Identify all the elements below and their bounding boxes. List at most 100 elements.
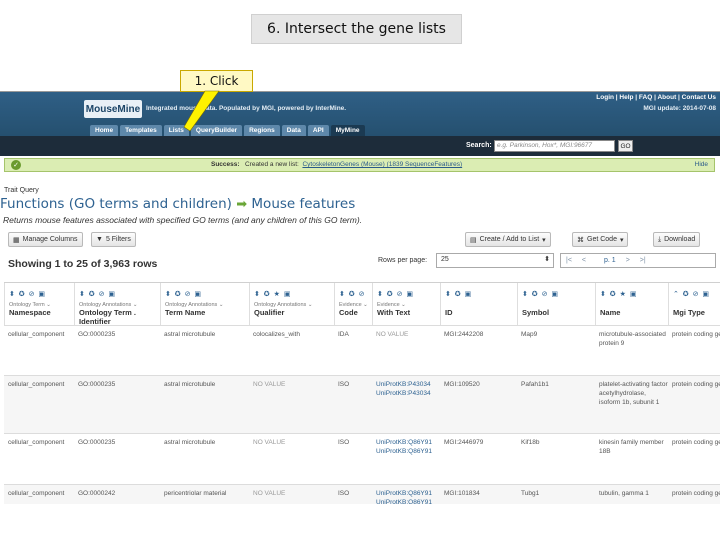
top-links[interactable]: Login | Help | FAQ | About | Contact Us [596, 94, 716, 101]
table-cell: protein coding ge [672, 381, 720, 388]
column-tools-icon[interactable]: ⬍ ✪ ★ ▣ [254, 290, 334, 298]
tab-regions[interactable]: Regions [244, 125, 280, 136]
table-cell: astral microtubule [164, 381, 216, 388]
rows-per-page-select[interactable]: 25 ⬍ [436, 253, 554, 268]
table-cell[interactable]: MGI:101834 [440, 485, 517, 504]
right-arrow-icon: ➡ [236, 197, 248, 212]
table-cell[interactable]: GO:0000242 [74, 485, 160, 504]
column-field: Mgi Type [673, 308, 705, 317]
site-tagline: Integrated mouse data. Populated by MGI,… [146, 105, 347, 112]
table-cell: cellular_component [8, 381, 65, 388]
table-cell[interactable]: GO:0000235 [74, 376, 160, 434]
hide-link[interactable]: Hide [695, 161, 708, 168]
table-cell: platelet-activating factor acetylhydrola… [599, 381, 668, 406]
tab-data[interactable]: Data [281, 125, 306, 136]
table-cell: tubulin, gamma 1 [599, 490, 649, 497]
next-page-button[interactable]: > [621, 257, 635, 264]
search-label: Search: [466, 142, 492, 149]
column-tools-icon[interactable]: ⌃ ✪ ⊘ ▣ [673, 290, 720, 298]
column-field: Code [339, 308, 358, 317]
table-cell: cellular_component [8, 439, 65, 446]
table-cell[interactable]: MGI:109520 [440, 376, 517, 434]
table-cell: astral microtubule [164, 439, 216, 446]
table-cell[interactable]: GO:0000235 [74, 434, 160, 485]
table-cell: colocalizes_with [253, 331, 300, 338]
query-title-left: Functions (GO terms and children) [0, 196, 232, 212]
callout-box: 1. Click [180, 70, 253, 92]
filters-button[interactable]: ▼ 5 Filters [91, 232, 136, 247]
column-tools-icon[interactable]: ⬍ ✪ ⊘ ▣ [79, 290, 160, 298]
column-header[interactable]: ⬍ ✪ ★ ▣ Name [595, 283, 668, 325]
table-row: cellular_component GO:0000235 astral micro… [4, 375, 720, 434]
column-field: Ontology Term . Identifier [79, 308, 136, 326]
chevron-down-icon: ▾ [542, 236, 546, 244]
table-cell: microtubule-associated protein 9 [599, 331, 666, 347]
table-cell[interactable]: Kif18b [517, 434, 595, 485]
mousemine-logo[interactable]: MouseMine [84, 100, 142, 118]
column-tools-icon[interactable]: ⬍ ✪ ⊘ ▣ [377, 290, 440, 298]
table-cell[interactable]: NO VALUE [372, 326, 440, 376]
column-tools-icon[interactable]: ⬍ ✪ ★ ▣ [600, 290, 668, 298]
tab-lists[interactable]: Lists [163, 125, 189, 136]
table-cell[interactable]: UniProtKB:Q86Y91 UniProtKB:Q86Y91 [372, 485, 440, 504]
tab-templates[interactable]: Templates [120, 125, 162, 136]
get-code-button[interactable]: ⌘ Get Code ▾ [572, 232, 629, 247]
tab-querybuilder[interactable]: QueryBuilder [190, 125, 243, 136]
go-button[interactable]: GO [618, 140, 633, 152]
manage-columns-button[interactable]: ▦ Manage Columns [8, 232, 83, 247]
column-tools-icon[interactable]: ⬍ ✪ ⊘ ▣ [9, 290, 74, 298]
column-header[interactable]: ⬍ ✪ ⊘ ▣ Ontology Annotations ⌄ Term Name [160, 283, 249, 325]
site-header: MouseMine Integrated mouse data. Populat… [0, 92, 720, 136]
search-bar: Search: e.g. Parkinson, Hox*, MGI:96677 … [0, 136, 720, 156]
column-header[interactable]: ⬍ ✪ ⊘ ▣ Ontology Term ⌄ Namespace [4, 283, 74, 325]
column-header[interactable]: ⬍ ✪ ⊘ ▣ Symbol [517, 283, 595, 325]
tab-mymine[interactable]: MyMine [330, 125, 365, 136]
column-header[interactable]: ⬍ ✪ ⊘ ▣ Ontology Annotations ⌄ Ontology Te… [74, 283, 160, 326]
table-cell[interactable]: Tubg1 [517, 485, 595, 504]
column-header[interactable]: ⬍ ✪ ⊘ ▣ Evidence ⌄ With Text [372, 283, 440, 325]
column-tools-icon[interactable]: ⬍ ✪ ⊘ [339, 290, 372, 298]
column-tools-icon[interactable]: ⬍ ✪ ⊘ ▣ [522, 290, 595, 298]
column-header[interactable]: ⬍ ✪ ★ ▣ Ontology Annotations ⌄ Qualifier [249, 283, 334, 325]
table-cell[interactable]: MGI:2446979 [440, 434, 517, 485]
column-header[interactable]: ⌃ ✪ ⊘ ▣ Mgi Type [668, 283, 720, 325]
table-cell: IDA [338, 331, 349, 338]
results-table: ⬍ ✪ ⊘ ▣ Ontology Term ⌄ Namespace ⬍ ✪ ⊘ ▣ On… [4, 282, 720, 504]
chevron-down-icon: ▾ [619, 236, 624, 244]
table-cell: ISO [338, 439, 350, 446]
prev-page-button[interactable]: < [577, 257, 591, 264]
tab-api[interactable]: API [307, 125, 329, 136]
download-icon: ⤓ [658, 235, 662, 243]
column-header[interactable]: ⬍ ✪ ⊘ Evidence ⌄ Code [334, 283, 372, 325]
table-cell[interactable]: MGI:2442208 [440, 326, 517, 376]
query-title-right: Mouse features [251, 196, 356, 212]
table-cell[interactable]: UniProtKB:P43034 UniProtKB:P43034 [372, 376, 440, 434]
create-list-button[interactable]: ▤ Create / Add to List ▾ [465, 232, 551, 247]
column-header[interactable]: ⬍ ✪ ▣ ID [440, 283, 517, 325]
slide-title: 6. Intersect the gene lists [251, 14, 462, 44]
column-tools-icon[interactable]: ⬍ ✪ ▣ [445, 290, 517, 298]
columns-icon: ▦ [13, 236, 20, 244]
column-field: Qualifier [254, 308, 285, 317]
table-cell[interactable]: Map9 [517, 326, 595, 376]
table-row: cellular_component GO:0000235 astral micro… [4, 325, 720, 376]
download-button[interactable]: ⤓ Download [653, 232, 701, 247]
table-cell[interactable]: GO:0000235 [74, 326, 160, 376]
table-cell: NO VALUE [253, 439, 286, 446]
table-cell[interactable]: UniProtKB:Q86Y91 UniProtKB:Q86Y91 [372, 434, 440, 485]
mousemine-screenshot: MouseMine Integrated mouse data. Populat… [0, 91, 720, 504]
page-number[interactable]: p. 1 [599, 257, 621, 264]
column-field: Symbol [522, 308, 550, 317]
last-page-button[interactable]: >| [635, 257, 651, 264]
table-cell[interactable]: Pafah1b1 [517, 376, 595, 434]
result-count: Showing 1 to 25 of 3,963 rows [8, 258, 158, 270]
tab-home[interactable]: Home [90, 125, 119, 136]
search-input[interactable]: e.g. Parkinson, Hox*, MGI:96677 [494, 140, 615, 152]
column-field: With Text [377, 308, 411, 317]
table-row: cellular_component GO:0000242 pericentriol… [4, 484, 720, 504]
first-page-button[interactable]: |< [561, 257, 577, 264]
table-cell: ISO [338, 381, 350, 388]
column-tools-icon[interactable]: ⬍ ✪ ⊘ ▣ [165, 290, 249, 298]
table-cell: pericentriolar material [164, 490, 227, 497]
new-list-link[interactable]: CytoskeletonGenes (Mouse) (1839 Sequence… [302, 161, 462, 168]
